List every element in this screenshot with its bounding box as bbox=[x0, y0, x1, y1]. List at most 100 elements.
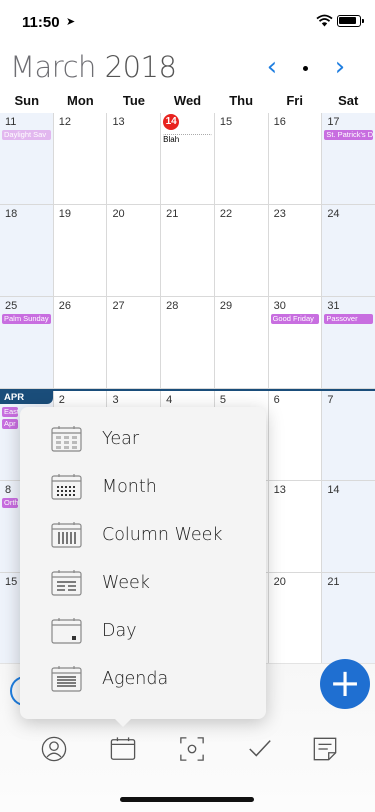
day-number: 21 bbox=[166, 208, 179, 220]
column-week-view-icon bbox=[51, 522, 82, 548]
note-icon[interactable] bbox=[311, 736, 339, 762]
day-cell[interactable]: 7 bbox=[322, 391, 375, 480]
day-cell[interactable]: 22 bbox=[215, 205, 269, 296]
menu-item-year[interactable]: Year bbox=[20, 417, 266, 461]
day-number: 8 bbox=[5, 484, 12, 496]
day-cell[interactable]: 24 bbox=[322, 205, 375, 296]
month-title[interactable]: March 2018 bbox=[10, 50, 177, 84]
weekday-label: Sun bbox=[14, 93, 40, 108]
day-cell[interactable]: 13 bbox=[269, 481, 323, 572]
menu-item-day[interactable]: Day bbox=[20, 609, 266, 653]
weekday-label: Tue bbox=[122, 93, 146, 108]
day-number: 31 bbox=[327, 300, 340, 312]
event-chip[interactable]: Daylight Sav bbox=[2, 130, 51, 140]
day-number: 4 bbox=[166, 394, 173, 406]
day-number: 29 bbox=[219, 300, 233, 312]
week-view-icon bbox=[51, 570, 82, 596]
menu-label: Week bbox=[102, 573, 150, 593]
day-cell[interactable]: 21 bbox=[161, 205, 215, 296]
menu-label: Column Week bbox=[102, 525, 223, 545]
day-number: 2 bbox=[58, 394, 65, 406]
year-view-icon bbox=[51, 426, 82, 452]
location-arrow-icon: ➤ bbox=[66, 16, 76, 28]
agenda-view-icon bbox=[51, 666, 82, 692]
day-cell[interactable]: 20 bbox=[107, 205, 162, 296]
event-chip[interactable]: Apr bbox=[2, 419, 18, 429]
day-cell[interactable]: 21 bbox=[322, 573, 375, 664]
day-cell[interactable]: 27 bbox=[107, 297, 162, 388]
day-number: 20 bbox=[112, 208, 125, 220]
day-cell[interactable]: 15 bbox=[215, 113, 269, 204]
plus-icon: + bbox=[329, 661, 361, 705]
day-cell[interactable]: 31 Passover bbox=[322, 297, 375, 388]
event-chip[interactable]: Orth bbox=[2, 498, 18, 508]
calendar-icon[interactable] bbox=[109, 736, 137, 762]
day-cell[interactable]: 18 bbox=[0, 205, 54, 296]
day-view-icon bbox=[51, 618, 82, 644]
menu-item-month[interactable]: Month bbox=[20, 465, 266, 509]
home-indicator bbox=[120, 797, 254, 802]
status-time: 11:50 bbox=[22, 14, 60, 31]
day-number: 18 bbox=[5, 208, 18, 220]
day-number: 13 bbox=[273, 484, 286, 496]
focus-icon[interactable] bbox=[178, 736, 206, 762]
day-number: 6 bbox=[273, 394, 280, 406]
day-number: 27 bbox=[112, 300, 125, 312]
day-number: 24 bbox=[327, 208, 340, 220]
weekday-header: Sun Mon Tue Wed Thu Fri Sat bbox=[0, 93, 375, 113]
event-chip[interactable]: Passover bbox=[324, 314, 374, 324]
event-chip[interactable]: East bbox=[2, 407, 18, 417]
weekday-label: Thu bbox=[229, 93, 254, 108]
day-cell[interactable]: 30 Good Friday bbox=[269, 297, 323, 388]
event-chip[interactable]: Blah bbox=[163, 134, 212, 144]
day-cell[interactable]: 11 Daylight Sav bbox=[0, 113, 54, 204]
menu-label: Agenda bbox=[102, 669, 169, 689]
day-number: 11 bbox=[5, 116, 17, 128]
event-chip[interactable]: Good Friday bbox=[270, 314, 320, 324]
view-switcher-menu: Year Month Column Week Week Day Agenda bbox=[20, 407, 266, 727]
day-cell-today[interactable]: 14 Blah bbox=[161, 113, 215, 204]
battery-icon bbox=[337, 15, 364, 27]
day-number: 22 bbox=[219, 208, 233, 220]
month-name: March bbox=[10, 50, 96, 84]
day-number: 28 bbox=[166, 300, 179, 312]
day-cell[interactable]: 29 bbox=[215, 297, 269, 388]
event-chip[interactable]: St. Patrick's D bbox=[324, 130, 374, 140]
day-cell[interactable]: 19 bbox=[54, 205, 108, 296]
menu-item-week[interactable]: Week bbox=[20, 561, 266, 605]
day-number: 21 bbox=[327, 576, 340, 588]
day-number: 15 bbox=[5, 576, 18, 588]
menu-item-agenda[interactable]: Agenda bbox=[20, 657, 266, 701]
day-number: 14 bbox=[327, 484, 340, 496]
chevron-left-icon[interactable]: ‹ bbox=[260, 52, 284, 82]
week-row: 11 Daylight Sav 12 13 14 Blah 15 16 17 S… bbox=[0, 113, 375, 205]
day-cell[interactable]: 13 bbox=[107, 113, 162, 204]
menu-item-column-week[interactable]: Column Week bbox=[20, 513, 266, 557]
day-cell[interactable]: 20 bbox=[269, 573, 323, 664]
day-cell[interactable]: 6 bbox=[269, 391, 323, 480]
chevron-right-icon[interactable]: › bbox=[328, 52, 352, 82]
menu-label: Day bbox=[102, 621, 137, 641]
today-dot-icon[interactable] bbox=[303, 66, 308, 71]
weekday-label: Sat bbox=[338, 93, 359, 108]
day-number: 19 bbox=[58, 208, 71, 220]
day-cell[interactable]: 14 bbox=[322, 481, 375, 572]
checkmark-icon[interactable] bbox=[246, 736, 274, 762]
event-chip[interactable]: Palm Sunday bbox=[2, 314, 51, 324]
day-cell[interactable]: 25 Palm Sunday bbox=[0, 297, 54, 388]
menu-label: Month bbox=[102, 477, 157, 497]
week-row: 25 Palm Sunday 26 27 28 29 30 Good Frida… bbox=[0, 297, 375, 389]
add-event-button[interactable]: + bbox=[320, 659, 370, 709]
day-cell[interactable]: 17 St. Patrick's D bbox=[322, 113, 375, 204]
day-cell[interactable]: 12 bbox=[54, 113, 108, 204]
day-cell[interactable]: 26 bbox=[54, 297, 108, 388]
day-number: 26 bbox=[58, 300, 71, 312]
person-icon[interactable] bbox=[40, 736, 68, 762]
day-number: 25 bbox=[5, 300, 18, 312]
day-number: 17 bbox=[327, 116, 340, 128]
week-row: 18 19 20 21 22 23 24 bbox=[0, 205, 375, 297]
day-cell[interactable]: 28 bbox=[161, 297, 215, 388]
day-cell[interactable]: 16 bbox=[269, 113, 323, 204]
day-number: 5 bbox=[219, 394, 226, 406]
day-cell[interactable]: 23 bbox=[269, 205, 323, 296]
